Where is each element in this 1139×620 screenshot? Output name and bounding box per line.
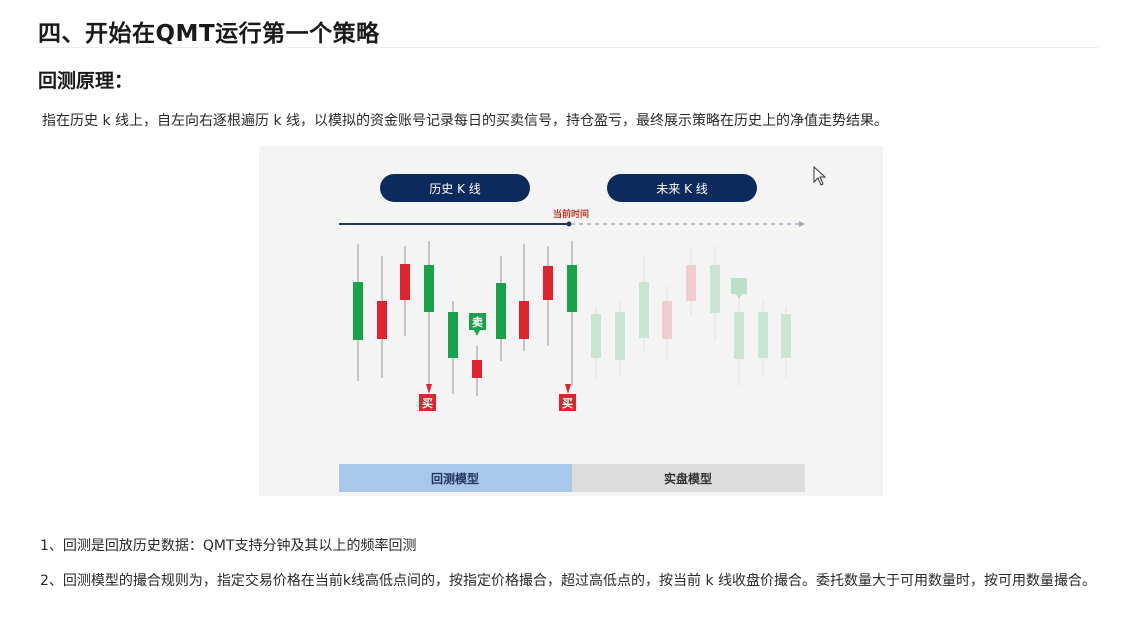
sell-signal: 卖 (469, 313, 486, 336)
candle (567, 265, 577, 312)
point-two: 2、回测模型的撮合规则为，指定交易价格在当前k线高低点间的，按指定价格撮合，超过… (40, 573, 1097, 589)
candle (781, 314, 791, 358)
backtest-model-label: 回测模型 (431, 471, 479, 486)
history-kline-pill: 历史 K 线 (380, 174, 530, 202)
point-one: 1、回测是回放历史数据：QMT支持分钟及其以上的频率回测 (40, 538, 417, 554)
candle (400, 264, 410, 300)
mouse-pointer-icon (813, 165, 827, 190)
candle (424, 265, 434, 312)
section-heading: 四、开始在QMT运行第一个策略 (38, 21, 380, 47)
candle (496, 283, 506, 339)
sell-label: 卖 (472, 315, 483, 329)
backtest-diagram: 历史 K 线 未来 K 线 当前时间 买 卖 买 回测模型 实盘模型 (259, 146, 883, 496)
candle (686, 265, 696, 301)
candle (472, 360, 482, 378)
buy-label: 买 (562, 397, 573, 410)
timeline-arrow (799, 221, 805, 227)
historical-candles (353, 241, 577, 396)
candle (710, 265, 720, 313)
buy-signal-1: 买 (419, 384, 436, 411)
future-signal-marker (731, 278, 747, 299)
backtest-model-tab: 回测模型 (339, 464, 572, 492)
candle (615, 312, 625, 360)
future-candles (591, 246, 791, 386)
buy-label: 买 (422, 397, 433, 410)
buy-signal-2: 买 (559, 384, 576, 411)
live-model-tab: 实盘模型 (572, 464, 805, 492)
candle (377, 301, 387, 339)
candle (519, 301, 529, 339)
live-model-label: 实盘模型 (664, 471, 712, 486)
candle (639, 282, 649, 338)
future-kline-label: 未来 K 线 (656, 182, 708, 196)
sub-heading: 回测原理： (38, 70, 134, 92)
history-kline-label: 历史 K 线 (429, 182, 481, 196)
candle (591, 314, 601, 358)
candle (353, 282, 363, 340)
intro-paragraph: 指在历史 k 线上，自左向右逐根遍历 k 线，以模拟的资金账号记录每日的买卖信号… (42, 113, 889, 129)
candle (543, 266, 553, 300)
candle (662, 301, 672, 339)
future-kline-pill: 未来 K 线 (607, 174, 757, 202)
current-time-marker (566, 221, 572, 227)
current-time-label: 当前时间 (553, 208, 589, 220)
heading-divider (38, 47, 1098, 48)
candle (448, 312, 458, 358)
candle (734, 312, 744, 359)
candle (758, 312, 768, 358)
